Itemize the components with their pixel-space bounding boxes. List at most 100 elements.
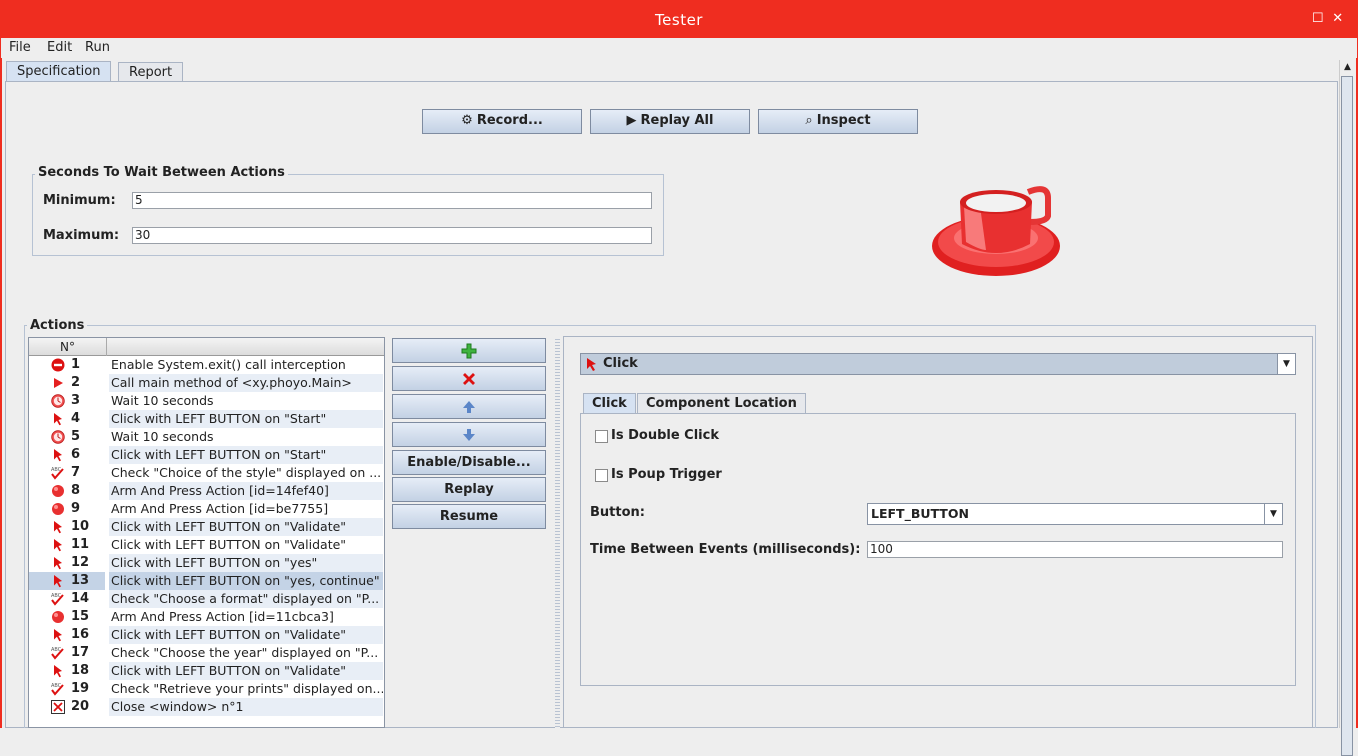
table-row[interactable]: ABC 7 Check "Choice of the style" displaye…: [29, 464, 384, 482]
table-row[interactable]: 1 Enable System.exit() call interception: [29, 356, 384, 374]
table-row[interactable]: 6 Click with LEFT BUTTON on "Start": [29, 446, 384, 464]
table-row[interactable]: 20 Close <window> n°1: [29, 698, 384, 716]
cursor-icon: [51, 448, 65, 462]
time-between-events-label: Time Between Events (milliseconds):: [590, 542, 861, 557]
time-between-events-field[interactable]: 100: [867, 541, 1283, 558]
row-description: Enable System.exit() call interception: [111, 357, 346, 372]
row-number: 2: [71, 375, 81, 390]
row-number: 9: [71, 501, 81, 516]
row-number-cell: 8: [29, 482, 105, 500]
double-click-checkbox[interactable]: [595, 430, 608, 443]
tab-report[interactable]: Report: [118, 62, 184, 83]
record-button[interactable]: ⚙ Record...: [422, 109, 582, 134]
replay-all-button[interactable]: ▶ Replay All: [590, 109, 750, 134]
popup-trigger-checkbox[interactable]: [595, 469, 608, 482]
replay-icon: ▶: [626, 113, 637, 128]
column-header-number[interactable]: N°: [29, 338, 107, 356]
row-number-cell: 18: [29, 662, 105, 680]
table-row[interactable]: 10 Click with LEFT BUTTON on "Validate": [29, 518, 384, 536]
add-action-button[interactable]: [392, 338, 546, 363]
row-number: 19: [71, 681, 90, 696]
close-window-icon: [51, 700, 65, 714]
row-description: Click with LEFT BUTTON on "Validate": [109, 626, 383, 644]
table-row[interactable]: 2 Call main method of <xy.phoyo.Main>: [29, 374, 384, 392]
clock-icon: [51, 394, 65, 408]
scrollbar-thumb[interactable]: [1341, 76, 1353, 756]
tab-specification[interactable]: Specification: [6, 61, 112, 83]
action-detail-panel: Click ▼ Click Component Location Is Doub…: [563, 336, 1313, 728]
stop-icon: [51, 358, 65, 372]
tab-click[interactable]: Click: [583, 393, 636, 413]
table-row[interactable]: 15 Arm And Press Action [id=11cbca3]: [29, 608, 384, 626]
resume-button[interactable]: Resume: [392, 504, 546, 529]
row-number-cell: 11: [29, 536, 105, 554]
menu-bar: File Edit Run: [0, 38, 1358, 58]
table-row[interactable]: 18 Click with LEFT BUTTON on "Validate": [29, 662, 384, 680]
row-number-cell: 20: [29, 698, 105, 716]
double-click-label: Is Double Click: [611, 428, 719, 443]
menu-run[interactable]: Run: [85, 40, 110, 55]
table-row[interactable]: 11 Click with LEFT BUTTON on "Validate": [29, 536, 384, 554]
row-description: Click with LEFT BUTTON on "yes, continue…: [109, 572, 383, 590]
maximum-field[interactable]: 30: [132, 227, 652, 244]
remove-action-button[interactable]: [392, 366, 546, 391]
table-row[interactable]: 4 Click with LEFT BUTTON on "Start": [29, 410, 384, 428]
red-dot-icon: [51, 610, 65, 624]
check-abc-icon: ABC: [51, 646, 65, 660]
mouse-button-select[interactable]: LEFT_BUTTON ▼: [867, 503, 1283, 525]
action-type-combo[interactable]: Click ▼: [580, 353, 1296, 375]
row-number: 14: [71, 591, 90, 606]
replay-button[interactable]: Replay: [392, 477, 546, 502]
record-button-label: Record...: [476, 113, 543, 128]
row-number: 7: [71, 465, 81, 480]
remove-icon: [463, 373, 475, 385]
table-row[interactable]: 13 Click with LEFT BUTTON on "yes, contin…: [29, 572, 384, 590]
check-abc-icon: ABC: [51, 592, 65, 606]
row-number-cell: 12: [29, 554, 105, 572]
table-row[interactable]: ABC 19 Check "Retrieve your prints" displa…: [29, 680, 384, 698]
arrow-up-icon: [463, 401, 475, 413]
inspect-button[interactable]: ⌕ Inspect: [758, 109, 918, 134]
row-number: 1: [71, 357, 81, 372]
window-title: Tester: [655, 11, 703, 29]
maximize-icon[interactable]: ☐: [1311, 12, 1325, 26]
red-dot-icon: [51, 502, 65, 516]
main-tabbar: Specification Report: [5, 60, 1337, 83]
title-bar: Tester ☐ ✕: [0, 0, 1358, 38]
row-number-cell: 16: [29, 626, 105, 644]
row-number-cell: ABC 19: [29, 680, 105, 698]
row-description: Arm And Press Action [id=be7755]: [111, 501, 329, 516]
enable-disable-button[interactable]: Enable/Disable...: [392, 450, 546, 475]
actions-group-title: Actions: [27, 318, 88, 333]
table-row[interactable]: 3 Wait 10 seconds: [29, 392, 384, 410]
row-number: 12: [71, 555, 90, 570]
close-icon[interactable]: ✕: [1331, 12, 1345, 26]
table-row[interactable]: 9 Arm And Press Action [id=be7755]: [29, 500, 384, 518]
move-down-button[interactable]: [392, 422, 546, 447]
menu-edit[interactable]: Edit: [47, 40, 72, 55]
row-number-cell: 10: [29, 518, 105, 536]
row-number-cell: 9: [29, 500, 105, 518]
table-row[interactable]: ABC 14 Check "Choose a format" displayed o…: [29, 590, 384, 608]
row-description: Wait 10 seconds: [111, 393, 214, 408]
vertical-scrollbar[interactable]: ▲: [1339, 60, 1355, 756]
chevron-down-icon[interactable]: ▼: [1264, 504, 1282, 524]
move-up-button[interactable]: [392, 394, 546, 419]
table-body: 1 Enable System.exit() call interception 2…: [29, 356, 384, 716]
table-row[interactable]: 12 Click with LEFT BUTTON on "yes": [29, 554, 384, 572]
menu-file[interactable]: File: [9, 40, 31, 55]
table-row[interactable]: 16 Click with LEFT BUTTON on "Validate": [29, 626, 384, 644]
row-description: Check "Choice of the style" displayed on…: [111, 465, 382, 480]
minimum-field[interactable]: 5: [132, 192, 652, 209]
table-row[interactable]: ABC 17 Check "Choose the year" displayed o…: [29, 644, 384, 662]
tab-component-location[interactable]: Component Location: [637, 393, 806, 413]
table-row[interactable]: 5 Wait 10 seconds: [29, 428, 384, 446]
clock-icon: [51, 430, 65, 444]
table-row[interactable]: 8 Arm And Press Action [id=14fef40]: [29, 482, 384, 500]
scroll-up-icon[interactable]: ▲: [1340, 60, 1355, 75]
chevron-down-icon[interactable]: ▼: [1277, 354, 1295, 374]
splitter-handle[interactable]: [555, 337, 560, 728]
cursor-icon: [51, 574, 65, 588]
row-number-cell: 5: [29, 428, 105, 446]
row-description: Arm And Press Action [id=11cbca3]: [111, 609, 334, 624]
